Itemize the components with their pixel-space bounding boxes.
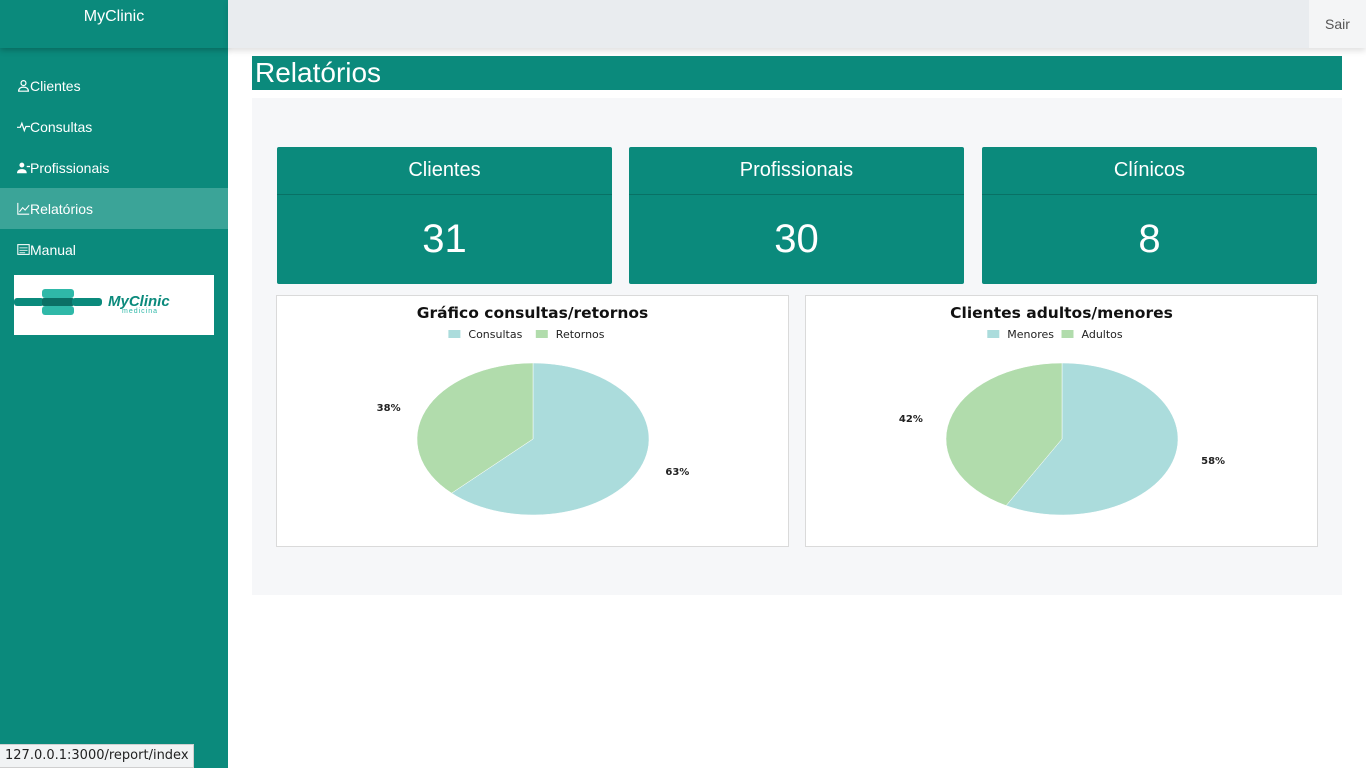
pie-chart: Clientes adultos/menores Menores Adultos 58… bbox=[899, 304, 1225, 516]
app-title: MyClinic bbox=[83, 8, 145, 25]
sidebar-item-clientes[interactable]: Clientes bbox=[0, 65, 228, 106]
data-label: 42% bbox=[899, 414, 923, 425]
legend-swatch[interactable] bbox=[1061, 330, 1074, 338]
chart-adultos-menores: Clientes adultos/menores Menores Adultos 58… bbox=[805, 295, 1318, 547]
legend-swatch[interactable] bbox=[535, 330, 548, 338]
report-panel: Clientes 31 Profissionais 30 Clínicos 8 … bbox=[252, 98, 1342, 595]
data-label: 58% bbox=[1201, 456, 1225, 467]
chart-line-icon bbox=[16, 202, 30, 216]
pulse-icon bbox=[16, 120, 30, 134]
chart-title: Gráfico consultas/retornos bbox=[417, 304, 649, 322]
sidebar: MyClinic Clientes Consultas Profissionai… bbox=[0, 0, 228, 768]
sidebar-item-consultas[interactable]: Consultas bbox=[0, 106, 228, 147]
sidebar-item-label: Manual bbox=[30, 241, 76, 258]
sidebar-item-relatorios[interactable]: Relatórios bbox=[0, 188, 228, 229]
logo-subtext: medicina bbox=[122, 308, 158, 315]
top-navbar: Sair bbox=[228, 0, 1366, 48]
stat-card-value: 30 bbox=[774, 216, 819, 261]
brand[interactable]: MyClinic bbox=[0, 0, 228, 48]
stat-card-clientes: Clientes 31 bbox=[277, 147, 612, 284]
sidebar-item-label: Consultas bbox=[30, 118, 93, 135]
data-label: 63% bbox=[665, 467, 689, 478]
stat-card-label: Clientes bbox=[277, 147, 612, 195]
legend-label[interactable]: Adultos bbox=[1082, 328, 1123, 341]
legend-swatch[interactable] bbox=[987, 330, 1000, 338]
stat-card-clinicos: Clínicos 8 bbox=[982, 147, 1317, 284]
stat-card-profissionais: Profissionais 30 bbox=[629, 147, 964, 284]
stat-card-value: 31 bbox=[422, 216, 467, 261]
chart-title: Clientes adultos/menores bbox=[950, 304, 1173, 322]
legend-label[interactable]: Menores bbox=[1007, 328, 1054, 341]
stat-card-label: Profissionais bbox=[629, 147, 964, 195]
pie-chart: Gráfico consultas/retornos Consultas Retor… bbox=[377, 304, 689, 516]
document-icon bbox=[16, 243, 30, 257]
page-header: Relatórios bbox=[252, 56, 1342, 90]
user-plus-icon bbox=[16, 161, 30, 175]
data-label: 38% bbox=[377, 403, 401, 414]
sidebar-item-label: Relatórios bbox=[30, 200, 94, 217]
legend-label[interactable]: Consultas bbox=[468, 328, 522, 341]
sidebar-item-label: Profissionais bbox=[30, 159, 110, 176]
page-title: Relatórios bbox=[255, 57, 382, 88]
sidebar-nav: Clientes Consultas Profissionais Relatór… bbox=[0, 65, 228, 270]
person-icon bbox=[16, 79, 30, 93]
chart-consultas-retornos: Gráfico consultas/retornos Consultas Retor… bbox=[276, 295, 789, 547]
legend-swatch[interactable] bbox=[448, 330, 461, 338]
status-url-tooltip: 127.0.0.1:3000/report/index bbox=[0, 744, 194, 768]
sidebar-item-label: Clientes bbox=[30, 77, 81, 94]
legend-label[interactable]: Retornos bbox=[556, 328, 605, 341]
sidebar-item-manual[interactable]: Manual bbox=[0, 229, 228, 270]
stat-card-value: 8 bbox=[1138, 216, 1161, 261]
stat-card-label: Clínicos bbox=[982, 147, 1317, 195]
logout-button[interactable]: Sair bbox=[1309, 0, 1366, 48]
sidebar-item-profissionais[interactable]: Profissionais bbox=[0, 147, 228, 188]
clinic-logo: MyClinic medicina bbox=[14, 275, 214, 335]
